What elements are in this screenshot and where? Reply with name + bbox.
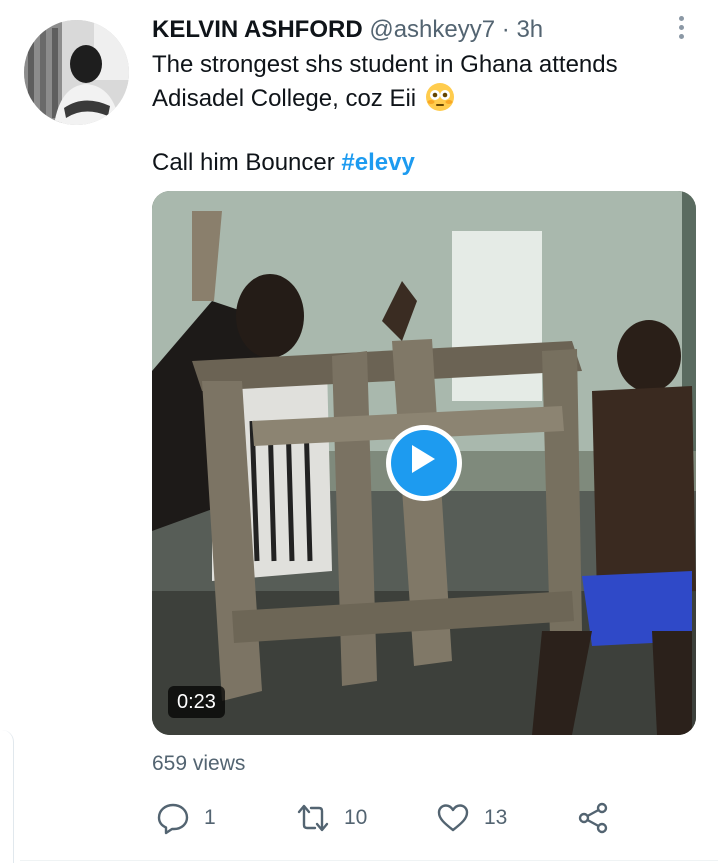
tweet: KELVIN ASHFORD @ashkeyy7 · 3h The strong… (0, 0, 718, 863)
tweet-text: The strongest shs student in Ghana atten… (152, 48, 692, 180)
retweet-count: 10 (344, 806, 368, 829)
avatar-photo (24, 20, 129, 125)
share-button[interactable] (576, 796, 610, 840)
adjacent-panel-edge (0, 730, 14, 863)
more-options-button[interactable] (664, 10, 698, 44)
more-dot (678, 33, 684, 39)
tweet-text-line-3: Call him Bouncer #elevy (152, 146, 692, 180)
share-icon (578, 802, 608, 834)
avatar[interactable] (24, 20, 129, 125)
reply-button[interactable]: 1 (156, 796, 216, 840)
view-count: 659 views (152, 752, 246, 775)
heart-icon (437, 804, 469, 832)
tweet-text-line-2: Adisadel College, coz Eii (152, 82, 692, 116)
retweet-button[interactable]: 10 (296, 796, 367, 840)
like-button[interactable]: 13 (436, 796, 507, 840)
reply-count: 1 (204, 806, 216, 829)
retweet-icon (297, 804, 329, 832)
video-player[interactable]: 0:23 (152, 191, 696, 735)
flushed-face-emoji (425, 83, 454, 111)
more-dot (678, 24, 684, 30)
separator-dot: · (501, 16, 510, 43)
play-icon (412, 445, 435, 473)
author-name[interactable]: KELVIN ASHFORD (152, 16, 363, 43)
author-handle[interactable]: @ashkeyy7 (369, 16, 495, 43)
play-button[interactable] (386, 425, 462, 501)
tweet-actions: 1 10 13 (152, 796, 696, 840)
timestamp[interactable]: 3h (516, 16, 543, 43)
tweet-text-line-2-text: Adisadel College, coz Eii (152, 85, 417, 112)
like-count: 13 (484, 806, 508, 829)
tweet-text-line-1: The strongest shs student in Ghana atten… (152, 51, 618, 78)
reply-icon (157, 803, 189, 835)
more-dots-icon (678, 15, 684, 21)
tweet-text-line-3-text: Call him Bouncer (152, 149, 335, 176)
hashtag-link[interactable]: #elevy (341, 149, 414, 176)
video-duration-badge: 0:23 (168, 686, 225, 718)
tweet-header: KELVIN ASHFORD @ashkeyy7 · 3h (152, 14, 543, 46)
bottom-divider (20, 860, 718, 861)
